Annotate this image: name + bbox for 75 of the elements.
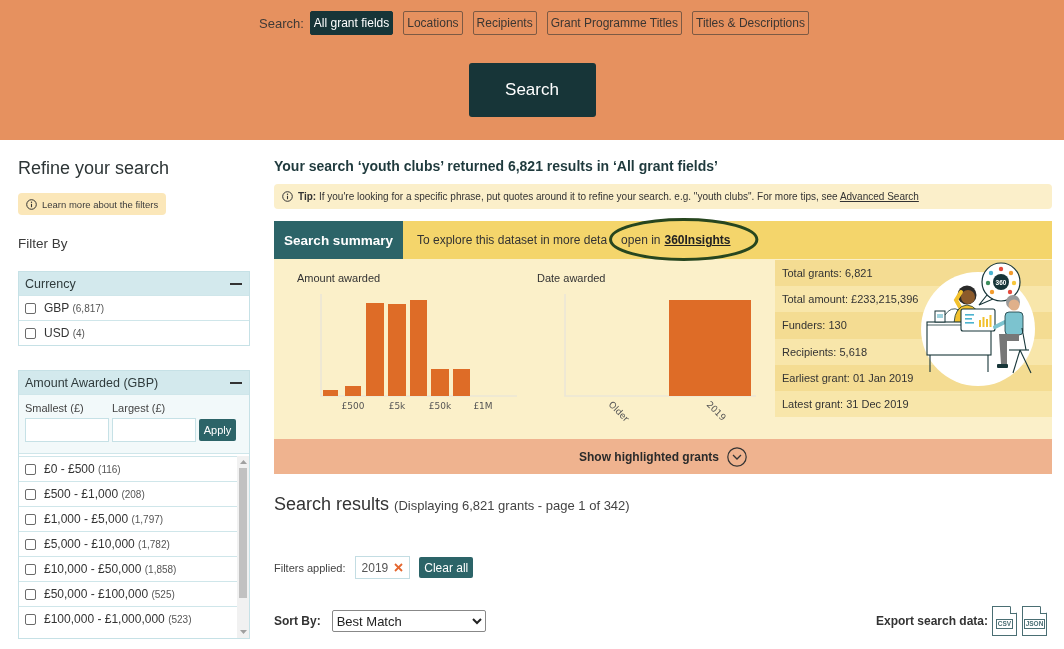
checkbox[interactable] bbox=[25, 563, 36, 575]
filter-option[interactable]: £500 - £1,000 (208) bbox=[19, 481, 237, 506]
sidebar-title: Refine your search bbox=[18, 157, 170, 179]
results-count: (Displaying 6,821 grants - page 1 of 342) bbox=[394, 498, 630, 513]
chevron-down-icon[interactable] bbox=[727, 446, 747, 467]
filter-chip-label: 2019 bbox=[361, 560, 389, 575]
open-in-text: open in bbox=[621, 233, 661, 247]
stat-text: Total grants: 6,821 bbox=[782, 267, 873, 280]
axis-label: £5k bbox=[388, 401, 406, 411]
remove-icon[interactable] bbox=[394, 563, 404, 572]
checkbox[interactable] bbox=[25, 513, 36, 525]
checkbox[interactable] bbox=[25, 588, 36, 600]
explore-text: To explore this dataset in more deta bbox=[417, 233, 608, 247]
stat-text: Total amount: £233,215,396 bbox=[782, 293, 919, 306]
checkbox[interactable] bbox=[25, 302, 36, 314]
search-field-tab[interactable]: Recipients bbox=[472, 11, 537, 35]
checkbox[interactable] bbox=[25, 613, 36, 625]
filter-option[interactable]: £0 - £500 (116) bbox=[19, 456, 237, 481]
histogram-bar bbox=[323, 390, 338, 396]
amount-input[interactable] bbox=[25, 418, 109, 442]
info-icon bbox=[26, 198, 37, 210]
histogram-bar bbox=[453, 369, 470, 396]
filter-option[interactable]: £10,000 - £50,000 (1,858) bbox=[19, 556, 237, 581]
axis-label: £1M bbox=[473, 401, 493, 411]
histogram-bar bbox=[345, 386, 361, 396]
show-highlighted-button[interactable]: Show highlighted grants bbox=[274, 439, 1052, 474]
results-heading: Your search ‘youth clubs’ returned 6,821 results in ‘All grant fields’ bbox=[274, 157, 719, 175]
search-field-tab[interactable]: All grant fields bbox=[309, 11, 394, 35]
panel-title: Currency bbox=[25, 276, 76, 291]
chart-title: Date awarded bbox=[537, 271, 606, 285]
checkbox[interactable] bbox=[25, 538, 36, 550]
filter-option[interactable]: GBP (6,817) bbox=[19, 295, 249, 320]
filter-option[interactable]: £100,000 - £1,000,000 (523) bbox=[19, 606, 237, 631]
axis-label: £50k bbox=[428, 401, 452, 411]
search-button[interactable]: Search bbox=[468, 63, 596, 117]
clear-all-button[interactable]: Clear all bbox=[419, 557, 474, 578]
results-title: Search results bbox=[274, 493, 390, 515]
search-label: Search: bbox=[259, 15, 304, 31]
insights-link[interactable]: 360Insights bbox=[664, 233, 731, 247]
search-field-tab[interactable]: Titles & Descriptions bbox=[692, 11, 809, 35]
stat-text: Earliest grant: 01 Jan 2019 bbox=[782, 371, 914, 384]
filter-option[interactable]: USD (4) bbox=[19, 320, 249, 345]
sort-label: Sort By: bbox=[274, 614, 321, 628]
scrollbar-thumb[interactable] bbox=[239, 468, 247, 598]
panel-header[interactable]: Amount Awarded (GBP) bbox=[19, 371, 249, 394]
panel-header[interactable]: Currency bbox=[19, 272, 249, 295]
chart-title: Amount awarded bbox=[297, 271, 381, 285]
filter-by-label: Filter By bbox=[18, 235, 68, 253]
histogram-bar bbox=[431, 369, 449, 396]
filters-help-link[interactable]: Learn more about the filters bbox=[18, 193, 167, 215]
filter-option[interactable]: £50,000 - £100,000 (525) bbox=[19, 581, 237, 606]
stat-text: Latest grant: 31 Dec 2019 bbox=[782, 398, 909, 411]
checkbox[interactable] bbox=[25, 327, 36, 339]
input-label: Smallest (£) bbox=[25, 401, 85, 415]
export-label: Export search data: bbox=[875, 614, 988, 628]
filters-label: Filters applied: bbox=[274, 561, 346, 574]
input-label: Largest (£) bbox=[112, 401, 167, 415]
search-field-tab[interactable]: Grant Programme Titles bbox=[546, 11, 682, 35]
stat-text: Recipients: 5,618 bbox=[782, 345, 867, 358]
advanced-search-link[interactable]: Advanced Search bbox=[839, 191, 919, 202]
amount-input[interactable] bbox=[112, 418, 196, 442]
search-field-tab[interactable]: Locations bbox=[403, 11, 463, 35]
tip-text: Tip: If you're looking for a specific phrase, put quotes around it to refine your search. e.g. "youth clubs". For more tips, see Advanced Search bbox=[298, 191, 919, 202]
scrollbar[interactable] bbox=[237, 456, 249, 638]
filter-option[interactable]: £5,000 - £10,000 (1,782) bbox=[19, 531, 237, 556]
filter-option[interactable]: £1,000 - £5,000 (1,797) bbox=[19, 506, 237, 531]
axis-label: £500 bbox=[341, 401, 365, 411]
summary-heading: Search summary bbox=[274, 221, 403, 259]
apply-button[interactable]: Apply bbox=[199, 419, 236, 441]
checkbox[interactable] bbox=[25, 488, 36, 500]
panel-title: Amount Awarded (GBP) bbox=[25, 375, 159, 390]
checkbox[interactable] bbox=[25, 463, 36, 475]
stat-text: Funders: 130 bbox=[782, 319, 847, 332]
info-icon bbox=[282, 191, 293, 202]
sort-select[interactable]: Best Match bbox=[331, 610, 486, 632]
